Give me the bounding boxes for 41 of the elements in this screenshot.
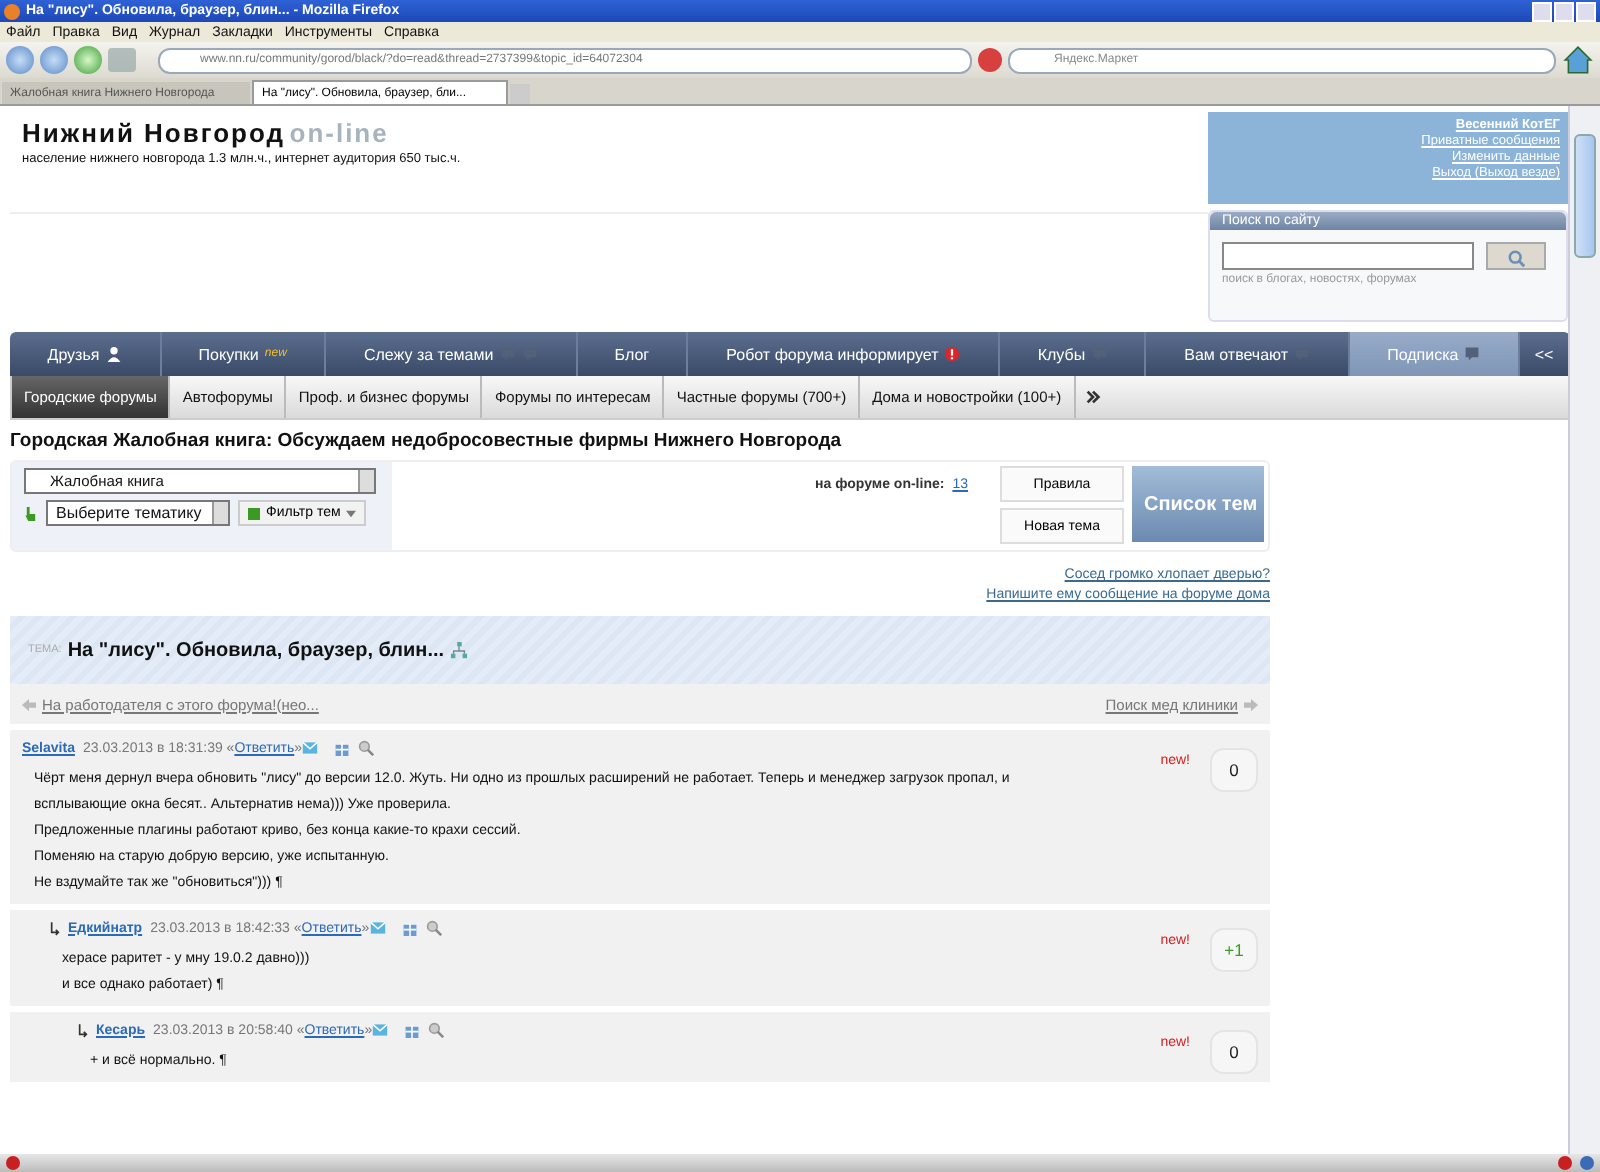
right-arrow-icon [1244,697,1258,711]
person-icon [105,346,122,362]
reply-arrow-icon [78,1023,88,1037]
alert-icon [944,346,961,362]
minimize-button[interactable] [1532,1,1552,21]
topic-title: На "лису". Обновила, браузер, блин... [67,639,445,661]
magnifier-icon[interactable] [428,1022,445,1038]
search-button[interactable] [1486,242,1546,270]
pointer-icon [24,503,38,523]
logo-suffix: on-line [289,118,389,148]
envelope-icon[interactable] [369,920,386,936]
gift-icon[interactable] [334,740,351,756]
site-logo[interactable]: Нижний Новгород [22,118,286,148]
gift-icon[interactable] [404,1022,421,1038]
search-icon [1507,250,1525,268]
browser-icon [4,3,20,19]
forward-button[interactable] [40,46,68,74]
tree-icon[interactable] [450,641,469,659]
left-arrow-icon [22,697,36,711]
reload-button[interactable] [74,46,102,74]
home-icon[interactable] [1562,44,1594,76]
back-button[interactable] [6,46,34,74]
forum-title: Городская Жалобная книга: Обсуждаем недобросовестные фирмы Нижнего Новгорода [10,430,844,452]
topic-dropdown[interactable]: Выберите тематику [46,500,230,526]
vertical-scrollbar[interactable] [1568,106,1600,1154]
envelope-icon[interactable] [372,1022,389,1038]
rating-score[interactable]: 0 [1210,748,1258,792]
maximize-button[interactable] [1554,1,1574,21]
site-search-field[interactable] [1222,242,1474,270]
stop-button[interactable] [978,48,1002,72]
close-button[interactable] [1576,1,1596,21]
magnifier-icon[interactable] [425,920,442,936]
reply-arrow-icon [50,921,60,935]
status-icon [6,1156,20,1170]
more-arrows-icon[interactable] [1083,388,1102,406]
speech-bubble-icon [1464,346,1481,362]
envelope-icon[interactable] [302,740,319,756]
magnifier-icon[interactable] [358,740,375,756]
rating-score[interactable]: 0 [1210,1030,1258,1074]
gift-icon[interactable] [401,920,418,936]
caret-icon [346,509,357,517]
